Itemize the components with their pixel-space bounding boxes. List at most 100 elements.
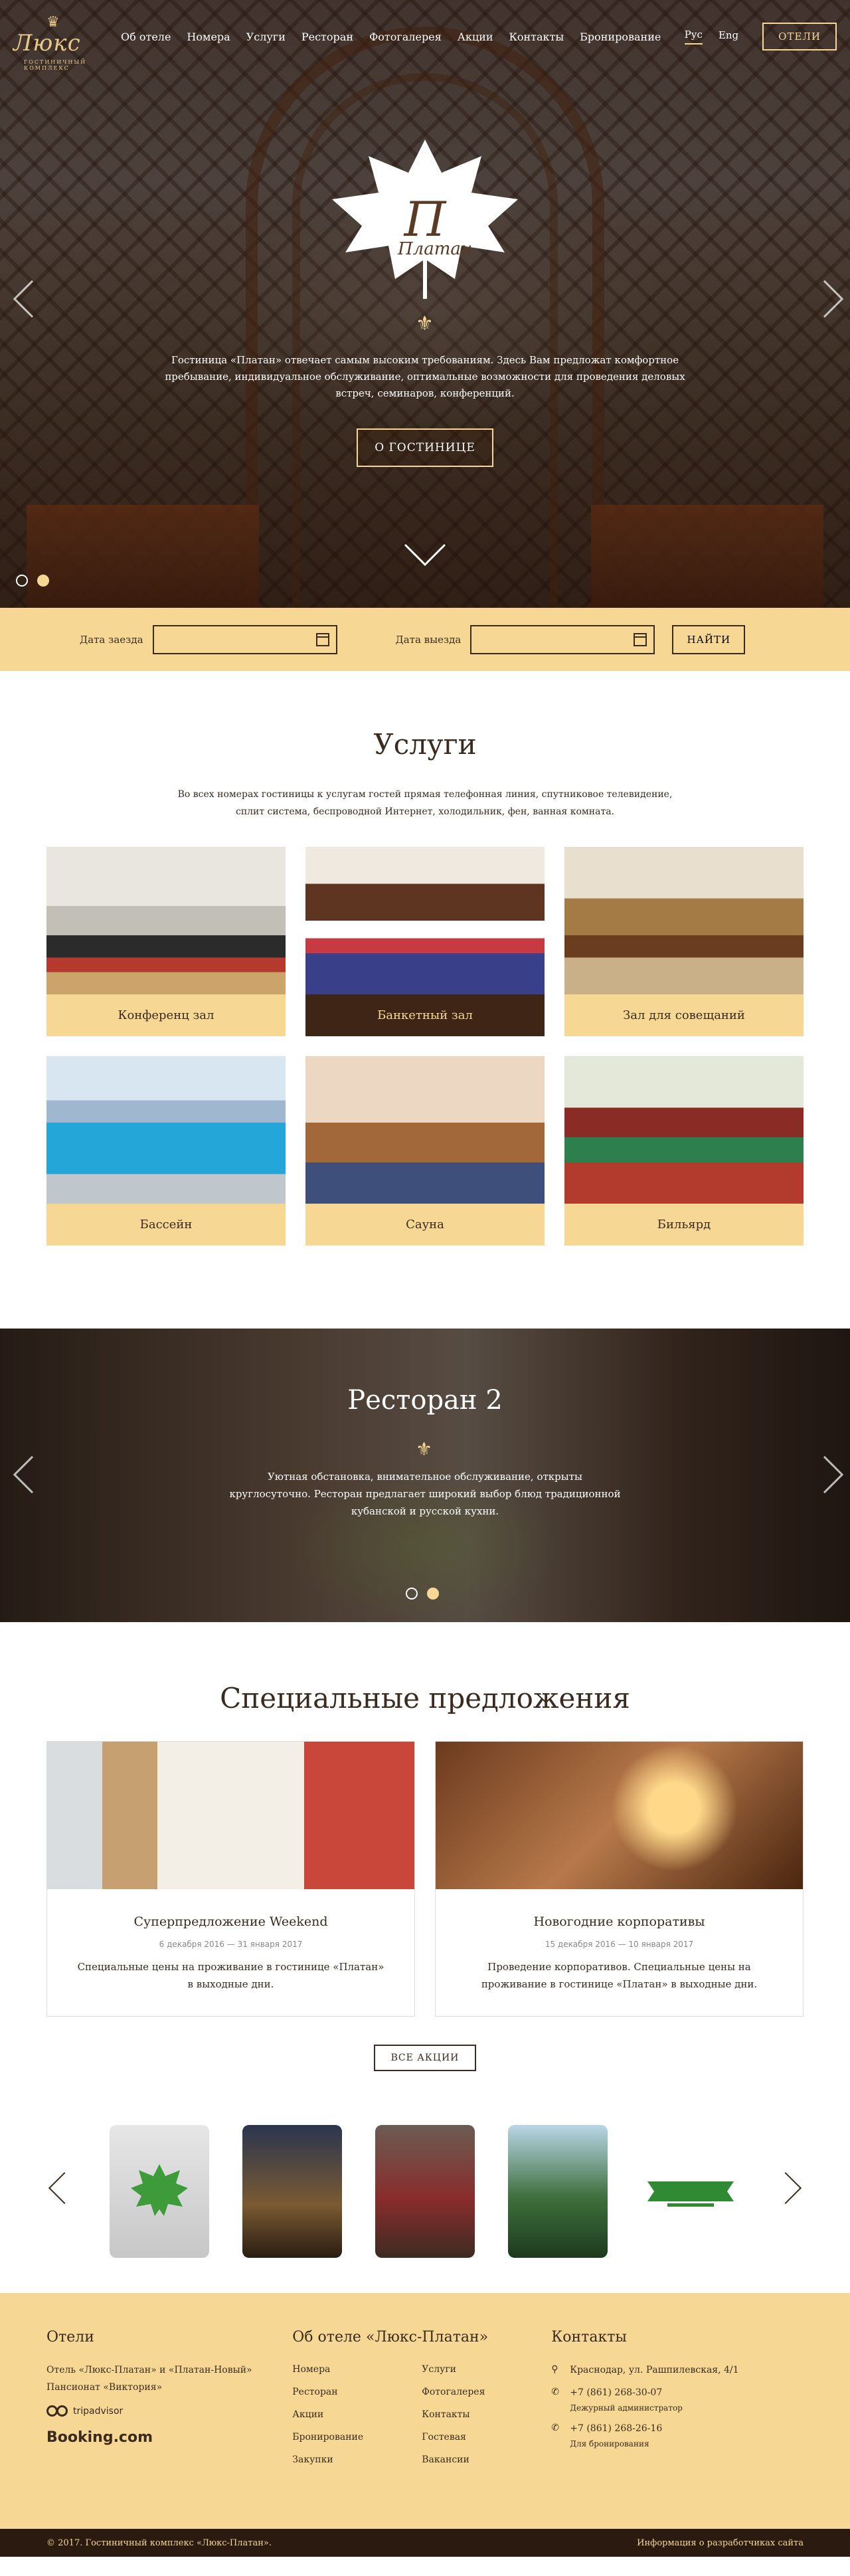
hotels-button[interactable]: ОТЕЛИ <box>762 23 837 50</box>
all-promotions-button[interactable]: ВСЕ АКЦИИ <box>373 2045 477 2071</box>
offer-photo <box>436 1742 803 1889</box>
footer-link-vacancies[interactable]: Вакансии <box>422 2452 551 2468</box>
fleur-de-lis-icon: ⚜ <box>416 1438 433 1460</box>
phone-note-2: Для бронирования <box>570 2439 649 2448</box>
language-switcher: Рус Eng <box>684 29 738 45</box>
nav-booking[interactable]: Бронирование <box>572 31 669 43</box>
services-lead: Во всех номерах гостиницы к услугам гост… <box>177 789 673 817</box>
partner-photo-embankment[interactable] <box>242 2125 342 2258</box>
offer-card-new-year[interactable]: Новогодние корпоративы 15 декабря 2016 —… <box>435 1741 804 2017</box>
nav-contacts[interactable]: Контакты <box>501 31 572 43</box>
nav-restaurant[interactable]: Ресторан <box>294 31 361 43</box>
service-card-banquet[interactable]: Банкетный зал <box>305 847 545 1036</box>
footer-contacts-title: Контакты <box>551 2329 627 2346</box>
service-card-conference[interactable]: Конференц зал <box>46 847 286 1036</box>
checkout-date-input[interactable] <box>470 624 655 654</box>
footer-contacts: Контакты ⚲ Краснодар, ул. Рашпилевская, … <box>551 2329 804 2529</box>
phone-link-1[interactable]: +7 (861) 268-30-07 <box>570 2384 683 2401</box>
logo-subtext: ГОСТИНИЧНЫЙ КОМПЛЕКС <box>24 59 87 71</box>
green-ribbon-logo-icon <box>647 2181 734 2207</box>
service-caption: Конференц зал <box>46 994 286 1036</box>
service-card-meeting-room[interactable]: Зал для совещаний <box>564 847 804 1036</box>
restaurant-title: Ресторан 2 <box>347 1385 503 1416</box>
nav-about[interactable]: Об отеле <box>113 31 179 43</box>
restaurant-pagination <box>406 1588 439 1600</box>
calendar-icon[interactable] <box>634 632 647 646</box>
nav-rooms[interactable]: Номера <box>179 31 238 43</box>
partner-logo-platan[interactable] <box>110 2125 209 2258</box>
service-photo <box>564 1056 804 1204</box>
hero-dot-1[interactable] <box>16 575 28 587</box>
partners-prev-arrow-icon[interactable] <box>48 2171 81 2205</box>
offer-card-weekend[interactable]: Суперпредложение Weekend 6 декабря 2016 … <box>46 1741 415 2017</box>
footer-link-contacts[interactable]: Контакты <box>422 2407 551 2423</box>
find-button[interactable]: НАЙТИ <box>672 624 746 654</box>
partner-photo-courtyard[interactable] <box>375 2125 475 2258</box>
emblem-text: Платан <box>397 239 472 259</box>
crown-icon: ♛ <box>46 14 60 31</box>
footer-link-restaurant[interactable]: Ресторан <box>292 2384 422 2400</box>
footer-link-promotions[interactable]: Акции <box>292 2407 422 2423</box>
platan-leaf-emblem: П Платан <box>332 139 518 299</box>
restaurant-dot-1[interactable] <box>406 1588 418 1600</box>
partner-logo-victoria[interactable] <box>641 2125 740 2258</box>
special-offers-section: Специальные предложения Суперпредложение… <box>0 1622 850 2097</box>
offer-title: Суперпредложение Weekend <box>133 1914 328 1929</box>
offer-date: 15 декабря 2016 — 10 января 2017 <box>545 1940 694 1949</box>
service-photo <box>46 847 286 994</box>
service-card-sauna[interactable]: Сауна <box>305 1056 545 1245</box>
footer-link-rooms[interactable]: Номера <box>292 2361 422 2377</box>
offers-list: Суперпредложение Weekend 6 декабря 2016 … <box>46 1741 804 2017</box>
partner-photo-gazebo[interactable] <box>508 2125 608 2258</box>
nav-services[interactable]: Услуги <box>238 31 294 43</box>
booking-com-logo[interactable]: Booking.com <box>46 2429 292 2446</box>
developers-link[interactable]: Информация о разработчиках сайта <box>637 2538 804 2548</box>
copyright-bar: © 2017. Гостиничный комплекс «Люкс-Плата… <box>0 2529 850 2557</box>
footer-about-title: Об отеле «Люкс-Платан» <box>292 2329 489 2346</box>
address-row: ⚲ Краснодар, ул. Рашпилевская, 4/1 <box>551 2361 804 2379</box>
footer-hotels: Отели Отель «Люкс-Платан» и «Платан-Новы… <box>46 2329 292 2529</box>
footer-hotel-link[interactable]: Пансионат «Виктория» <box>46 2379 292 2396</box>
footer-link-gallery[interactable]: Фотогалерея <box>422 2384 551 2400</box>
offer-date: 6 декабря 2016 — 31 января 2017 <box>159 1940 303 1949</box>
footer-link-purchases[interactable]: Закупки <box>292 2452 422 2468</box>
nav-gallery[interactable]: Фотогалерея <box>361 31 450 43</box>
nav-promotions[interactable]: Акции <box>450 31 501 43</box>
restaurant-dot-2[interactable] <box>427 1588 439 1600</box>
offer-title: Новогодние корпоративы <box>533 1914 705 1929</box>
hero-dot-2[interactable] <box>37 575 49 587</box>
footer-link-booking[interactable]: Бронирование <box>292 2429 422 2445</box>
offer-text: Проведение корпоративов. Специальные цен… <box>481 1961 758 1990</box>
partners-next-arrow-icon[interactable] <box>769 2171 802 2205</box>
lang-ru[interactable]: Рус <box>684 29 703 45</box>
service-photo <box>305 1056 545 1204</box>
hero-description: Гостиница «Платан» отвечает самым высоки… <box>165 354 685 399</box>
service-photo <box>46 1056 286 1204</box>
phone-note-1: Дежурный администратор <box>570 2403 683 2413</box>
about-hotel-button[interactable]: О ГОСТИНИЦЕ <box>357 428 493 467</box>
service-caption: Бассейн <box>46 1204 286 1245</box>
checkin-date-input[interactable] <box>152 624 337 654</box>
phone-icon: ✆ <box>551 2387 559 2397</box>
service-card-pool[interactable]: Бассейн <box>46 1056 286 1245</box>
restaurant-description: Уютная обстановка, внимательное обслужив… <box>229 1471 621 1517</box>
phone-link-2[interactable]: +7 (861) 268-26-16 <box>570 2420 662 2437</box>
services-section: Услуги Во всех номерах гостиницы к услуг… <box>0 671 850 1329</box>
service-card-billiards[interactable]: Бильярд <box>564 1056 804 1245</box>
logo-text: Люкс <box>13 30 81 56</box>
footer-link-guestbook[interactable]: Гостевая <box>422 2429 551 2445</box>
scroll-down-chevron-icon[interactable] <box>403 541 447 568</box>
calendar-icon[interactable] <box>315 632 329 646</box>
special-title: Специальные предложения <box>220 1682 630 1714</box>
green-leaf-icon <box>131 2164 188 2216</box>
service-photo <box>305 847 545 994</box>
copyright-text: © 2017. Гостиничный комплекс «Люкс-Плата… <box>46 2537 272 2548</box>
tripadvisor-logo[interactable]: tripadvisor <box>46 2403 292 2420</box>
service-caption: Банкетный зал <box>305 994 545 1036</box>
footer-link-services[interactable]: Услуги <box>422 2361 551 2377</box>
footer-links: Номера Услуги Ресторан Фотогалерея Акции… <box>292 2361 551 2468</box>
footer-hotels-title: Отели <box>46 2329 94 2346</box>
brand-logo[interactable]: ♛ Люкс ГОСТИНИЧНЫЙ КОМПЛЕКС <box>13 10 93 71</box>
footer-hotel-link[interactable]: Отель «Люкс-Платан» и «Платан-Новый» <box>46 2361 292 2379</box>
lang-en[interactable]: Eng <box>719 29 738 44</box>
